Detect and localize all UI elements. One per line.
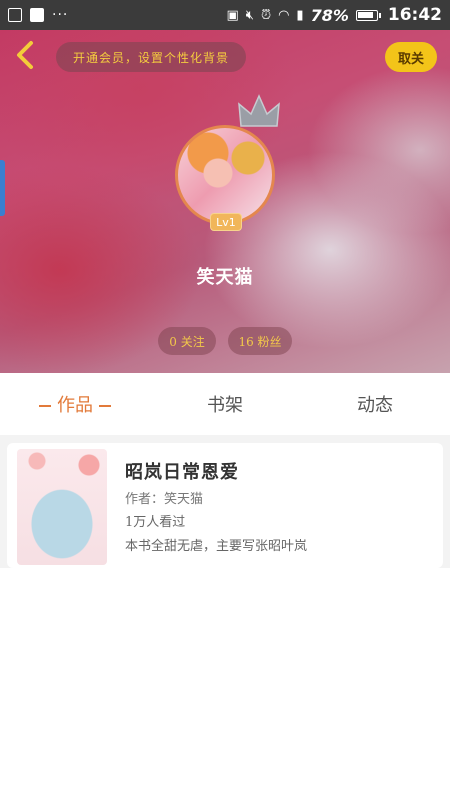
tab-bookshelf[interactable]: 书架 xyxy=(150,391,300,417)
back-button[interactable] xyxy=(10,38,40,72)
tab-bookshelf-label: 书架 xyxy=(207,395,243,416)
book-description: 本书全甜无虐，主要写张昭叶岚 xyxy=(125,539,308,554)
wifi-icon: ◠ xyxy=(278,7,290,23)
tab-works-label: 作品 xyxy=(57,395,93,416)
level-badge: Lv1 xyxy=(210,213,242,231)
profile-tabs: 作品 书架 动态 xyxy=(0,373,450,435)
alarm-icon: ⏰︎ xyxy=(260,7,272,23)
book-read-count: 1万人看过 xyxy=(125,515,186,530)
chevron-left-icon xyxy=(17,41,33,69)
avatar[interactable] xyxy=(175,125,275,225)
more-notifications-icon: ··· xyxy=(52,7,69,23)
book-card[interactable]: 昭岚日常恩爱 作者：笑天猫 1万人看过 本书全甜无虐，主要写张昭叶岚 xyxy=(7,443,443,568)
vip-background-banner[interactable]: 开通会员，设置个性化背景 xyxy=(56,42,246,72)
side-indicator xyxy=(0,160,5,216)
signal-icon: ▮ xyxy=(296,7,304,23)
profile-header: 开通会员，设置个性化背景 取关 Lv1 笑天猫 0 关注 16 粉丝 xyxy=(0,30,450,373)
tab-dash-left xyxy=(39,405,51,407)
tab-dash-right xyxy=(99,405,111,407)
status-bar: ··· ▣ 🔇︎ ⏰︎ ◠ ▮ 78% 16:42 xyxy=(0,0,450,30)
avatar-container[interactable]: Lv1 xyxy=(175,94,280,235)
mute-icon: 🔇︎ xyxy=(245,7,254,23)
book-cover[interactable] xyxy=(17,449,107,565)
book-author: 作者：笑天猫 xyxy=(125,492,204,507)
battery-percent: 78% xyxy=(310,5,349,25)
image-icon xyxy=(8,8,22,22)
username: 笑天猫 xyxy=(196,267,254,288)
clock: 16:42 xyxy=(387,5,442,25)
fans-count[interactable]: 16 粉丝 xyxy=(228,327,292,355)
book-title: 昭岚日常恩爱 xyxy=(125,462,239,483)
tab-activity-label: 动态 xyxy=(357,395,393,416)
following-count[interactable]: 0 关注 xyxy=(158,327,216,355)
battery-icon xyxy=(355,9,381,21)
tab-activity[interactable]: 动态 xyxy=(300,391,450,417)
tab-works[interactable]: 作品 xyxy=(0,391,150,417)
unfollow-button[interactable]: 取关 xyxy=(385,42,437,72)
empty-area xyxy=(0,568,450,800)
app-icon xyxy=(30,8,44,22)
crown-icon xyxy=(238,94,280,127)
nfc-icon: ▣ xyxy=(226,7,239,23)
